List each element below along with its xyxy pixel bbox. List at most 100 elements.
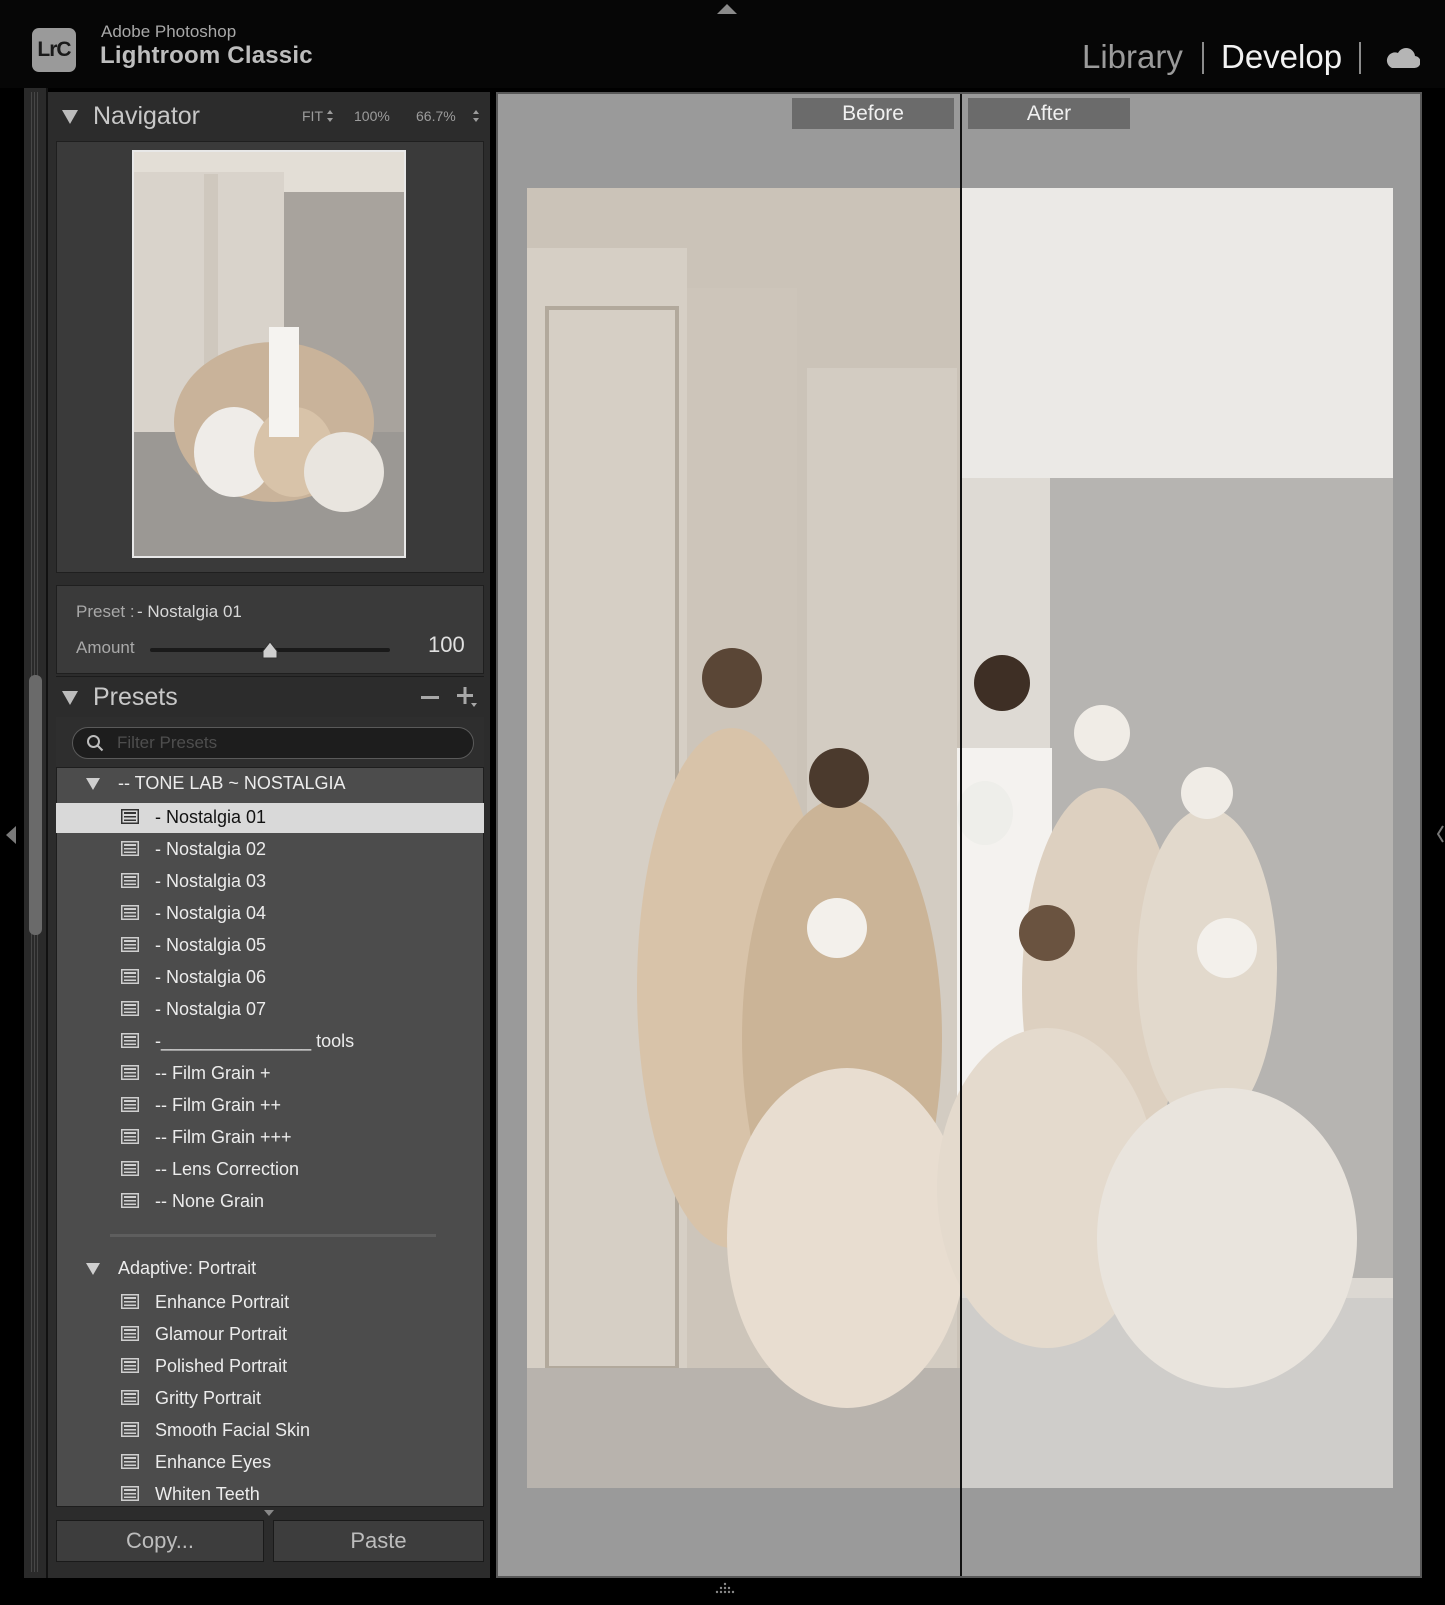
preset-item-label: - Nostalgia 07 [155, 999, 267, 1019]
preset-item[interactable]: -- None Grain [56, 1187, 484, 1217]
preset-icon [121, 1129, 139, 1144]
paste-settings-button[interactable]: Paste [273, 1520, 484, 1562]
zoom-fit[interactable]: FIT [302, 108, 323, 124]
preset-item-label: Glamour Portrait [155, 1324, 288, 1344]
preset-item[interactable]: - Nostalgia 04 [56, 899, 484, 929]
top-bar: LrC Adobe Photoshop Lightroom Classic Li… [0, 0, 1445, 88]
after-label: After [968, 98, 1130, 129]
preset-icon [121, 1001, 139, 1016]
photo-preview-area: Before After [496, 92, 1422, 1578]
preset-item[interactable]: -- Film Grain +++ [56, 1123, 484, 1153]
preset-item[interactable]: -- Lens Correction [56, 1155, 484, 1185]
preset-icon [121, 905, 139, 920]
preset-icon [121, 1065, 139, 1080]
preset-icon [121, 1294, 139, 1309]
module-library[interactable]: Library [1082, 38, 1183, 76]
add-preset-icon[interactable] [456, 686, 478, 708]
section-divider [56, 676, 484, 677]
preset-item[interactable]: Polished Portrait [56, 1352, 484, 1382]
preset-item[interactable]: -- Film Grain + [56, 1059, 484, 1089]
before-after-divider[interactable] [960, 94, 962, 1576]
collapse-top-panel-arrow-icon[interactable] [717, 4, 737, 14]
preset-item[interactable]: Smooth Facial Skin [56, 1416, 484, 1446]
scroll-down-arrow-icon[interactable] [264, 1510, 274, 1516]
before-label: Before [792, 98, 954, 129]
zoom-stepper-icon[interactable] [472, 109, 480, 123]
zoom-fit-stepper-icon[interactable] [326, 109, 334, 123]
preset-icon [121, 1454, 139, 1469]
preset-item[interactable]: -- Film Grain ++ [56, 1091, 484, 1121]
preset-item[interactable]: Glamour Portrait [56, 1320, 484, 1350]
preset-item-label: - Nostalgia 04 [155, 903, 267, 923]
zoom-66[interactable]: 66.7% [416, 108, 456, 124]
preset-item-label: -- Film Grain +++ [155, 1127, 292, 1147]
preset-item[interactable]: - Nostalgia 07 [56, 995, 484, 1025]
preset-amount-box [56, 585, 484, 674]
preset-item[interactable]: -_______________ tools [56, 1027, 484, 1057]
preset-item[interactable]: Enhance Eyes [56, 1448, 484, 1478]
navigator-thumbnail[interactable] [132, 150, 406, 558]
preset-item-label: -- Film Grain ++ [155, 1095, 282, 1115]
collapse-left-panel-arrow-icon[interactable] [6, 826, 16, 844]
brand-line-product: Lightroom Classic [100, 42, 313, 69]
presets-title[interactable]: Presets [93, 683, 178, 712]
folder-expand-triangle-icon[interactable] [86, 1263, 100, 1275]
preset-item-label: - Nostalgia 06 [155, 967, 267, 987]
preset-group-divider [110, 1234, 436, 1237]
filter-presets-input[interactable] [72, 727, 474, 759]
preset-item[interactable]: Gritty Portrait [56, 1384, 484, 1414]
preset-item-label: Enhance Portrait [155, 1292, 290, 1312]
preset-item-label: Whiten Teeth [155, 1484, 260, 1504]
preset-icon [121, 1486, 139, 1501]
brand-line-adobe: Adobe Photoshop [101, 22, 237, 41]
preset-icon [121, 1390, 139, 1405]
folder-expand-triangle-icon[interactable] [86, 778, 100, 790]
preset-item-label: Enhance Eyes [155, 1452, 272, 1472]
preset-icon [121, 841, 139, 856]
search-icon [87, 735, 104, 752]
preset-icon [121, 1033, 139, 1048]
amount-label: Amount [76, 638, 135, 657]
copy-settings-button[interactable]: Copy... [56, 1520, 264, 1562]
preset-item[interactable]: - Nostalgia 01 [56, 803, 484, 833]
module-separator [1359, 42, 1361, 74]
lrc-logo: LrC [32, 28, 76, 72]
preset-icon [121, 937, 139, 952]
folder-label: Adaptive: Portrait [118, 1258, 257, 1278]
preset-item-label: -- Film Grain + [155, 1063, 271, 1083]
preset-item-label: -_______________ tools [155, 1031, 355, 1051]
preset-icon [121, 1193, 139, 1208]
preset-icon [121, 1097, 139, 1112]
preset-item[interactable]: Enhance Portrait [56, 1288, 484, 1318]
left-panel-scrollbar[interactable] [29, 675, 42, 935]
zoom-100[interactable]: 100% [354, 108, 390, 124]
cloud-icon[interactable] [1384, 42, 1420, 70]
preset-icon [121, 873, 139, 888]
amount-value[interactable]: 100 [428, 632, 465, 658]
preset-item-label: Polished Portrait [155, 1356, 288, 1376]
preset-item-label: - Nostalgia 01 [155, 807, 267, 827]
preset-item-label: - Nostalgia 03 [155, 871, 267, 891]
module-develop[interactable]: Develop [1221, 38, 1342, 76]
preset-icon [121, 1326, 139, 1341]
bottom-panel-grip-icon[interactable] [714, 1582, 736, 1596]
preset-folder-tone-lab[interactable]: -- TONE LAB ~ NOSTALGIA [56, 768, 484, 800]
preset-item[interactable]: - Nostalgia 03 [56, 867, 484, 897]
preset-item[interactable]: Whiten Teeth [56, 1480, 484, 1510]
preset-item[interactable]: - Nostalgia 06 [56, 963, 484, 993]
preset-item[interactable]: - Nostalgia 02 [56, 835, 484, 865]
remove-preset-icon[interactable] [421, 696, 439, 699]
amount-slider-thumb[interactable] [262, 641, 278, 659]
preset-icon [121, 809, 139, 824]
presets-collapse-triangle-icon[interactable] [62, 691, 78, 705]
preset-item-label: -- None Grain [155, 1191, 265, 1211]
preset-item[interactable]: - Nostalgia 05 [56, 931, 484, 961]
preset-icon [121, 1358, 139, 1373]
preset-item-label: -- Lens Correction [155, 1159, 300, 1179]
preset-folder-adaptive-portrait[interactable]: Adaptive: Portrait [56, 1253, 484, 1285]
navigator-collapse-triangle-icon[interactable] [62, 110, 78, 124]
navigator-title[interactable]: Navigator [93, 102, 200, 131]
preset-icon [121, 1422, 139, 1437]
applied-preset-name: - Nostalgia 01 [137, 602, 242, 621]
right-panel-grip-icon[interactable] [1437, 824, 1445, 844]
